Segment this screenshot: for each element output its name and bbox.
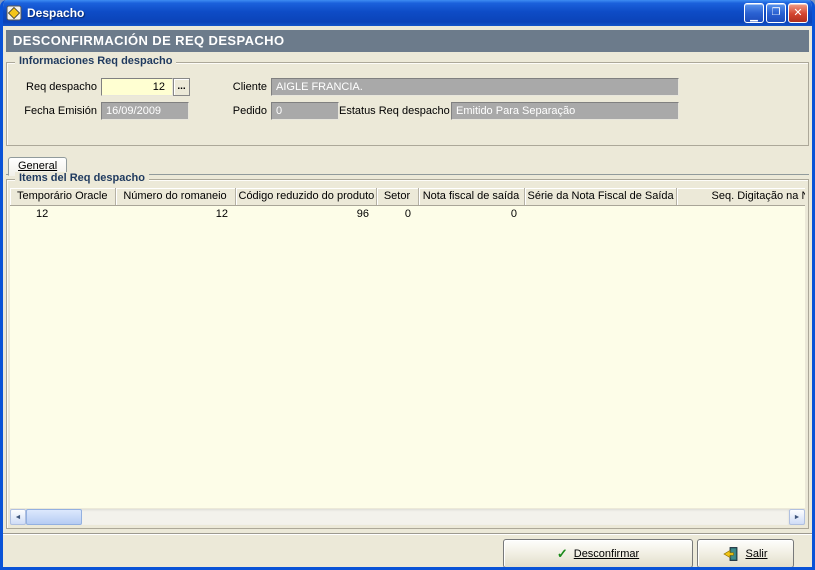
close-button[interactable]: ✕	[788, 3, 808, 23]
grid-cell[interactable]: 0	[376, 205, 418, 222]
estatus-label: Estatus Req despacho	[339, 105, 447, 117]
pedido-label: Pedido	[225, 105, 267, 117]
items-table: Temporário OracleNúmero do romaneioCódig…	[10, 188, 805, 222]
grid-cell[interactable]: 12	[10, 205, 115, 222]
grid-cell[interactable]: 12	[115, 205, 235, 222]
grid-cell[interactable]	[524, 205, 676, 222]
window-controls: ▁ ❐ ✕	[744, 3, 808, 23]
grid-row[interactable]: 12129600	[10, 205, 805, 222]
grid-column-header[interactable]: Setor	[376, 188, 418, 205]
items-group: Items del Req despacho Temporário Oracle…	[6, 179, 809, 529]
scrollbar-track[interactable]	[26, 509, 789, 525]
footer: ✓ Desconfirmar Salir	[3, 533, 812, 570]
page-title: DESCONFIRMACIÓN DE REQ DESPACHO	[6, 30, 809, 52]
grid-column-header[interactable]: Seq. Digitação na Nota F	[676, 188, 805, 205]
app-window: Despacho ▁ ❐ ✕ DESCONFIRMACIÓN DE REQ DE…	[0, 0, 815, 570]
req-despacho-field[interactable]: 12	[101, 78, 173, 96]
grid-column-header[interactable]: Série da Nota Fiscal de Saída	[524, 188, 676, 205]
horizontal-scrollbar[interactable]: ◄ ►	[10, 509, 805, 525]
grid-column-header[interactable]: Nota fiscal de saída	[418, 188, 524, 205]
estatus-field: Emitido Para Separação	[451, 102, 679, 120]
items-grid: Temporário OracleNúmero do romaneioCódig…	[10, 188, 805, 508]
grid-header-row: Temporário OracleNúmero do romaneioCódig…	[10, 188, 805, 205]
window-title: Despacho	[27, 6, 744, 20]
exit-door-icon	[723, 546, 739, 562]
grid-column-header[interactable]: Número do romaneio	[115, 188, 235, 205]
tab-general-label: General	[18, 160, 57, 172]
cliente-label: Cliente	[225, 81, 267, 93]
app-icon	[6, 5, 23, 22]
salir-label: Salir	[745, 548, 767, 560]
pedido-field: 0	[271, 102, 339, 120]
items-group-legend: Items del Req despacho	[15, 172, 149, 184]
check-icon: ✓	[557, 546, 568, 562]
scroll-left-icon[interactable]: ◄	[10, 509, 26, 525]
fecha-emision-label: Fecha Emisión	[15, 105, 97, 117]
grid-cell[interactable]	[676, 205, 805, 222]
minimize-button[interactable]: ▁	[744, 3, 764, 23]
info-group-legend: Informaciones Req despacho	[15, 55, 176, 67]
desconfirmar-button[interactable]: ✓ Desconfirmar	[503, 539, 693, 568]
browse-button[interactable]: ...	[173, 78, 190, 96]
window-content: DESCONFIRMACIÓN DE REQ DESPACHO Informac…	[3, 30, 812, 570]
req-despacho-label: Req despacho	[15, 81, 97, 93]
scroll-right-icon[interactable]: ►	[789, 509, 805, 525]
grid-column-header[interactable]: Temporário Oracle	[10, 188, 115, 205]
grid-cell[interactable]: 0	[418, 205, 524, 222]
fecha-emision-field: 16/09/2009	[101, 102, 189, 120]
cliente-field: AIGLE FRANCIA.	[271, 78, 679, 96]
salir-button[interactable]: Salir	[697, 539, 794, 568]
grid-cell[interactable]: 96	[235, 205, 376, 222]
titlebar[interactable]: Despacho ▁ ❐ ✕	[3, 0, 812, 26]
grid-column-header[interactable]: Código reduzido do produto	[235, 188, 376, 205]
info-group: Informaciones Req despacho Req despacho …	[6, 62, 809, 146]
scrollbar-thumb[interactable]	[26, 509, 82, 525]
maximize-button[interactable]: ❐	[766, 3, 786, 23]
grid-body: 12129600	[10, 205, 805, 222]
desconfirmar-label: Desconfirmar	[574, 548, 639, 560]
